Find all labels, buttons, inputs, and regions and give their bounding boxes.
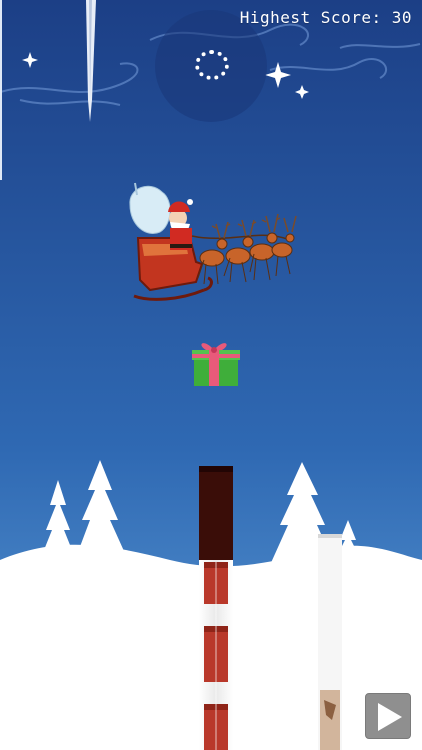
chimney-pipe-partial bbox=[318, 534, 342, 750]
edge-streak bbox=[0, 0, 2, 180]
play-button[interactable] bbox=[365, 693, 411, 739]
chimney-pipe bbox=[199, 466, 233, 750]
highest-score: Highest Score: 30 bbox=[239, 8, 412, 27]
ring-icon bbox=[195, 50, 229, 80]
play-triangle-icon bbox=[378, 703, 402, 731]
game-scene: Highest Score: 30 bbox=[0, 0, 422, 750]
